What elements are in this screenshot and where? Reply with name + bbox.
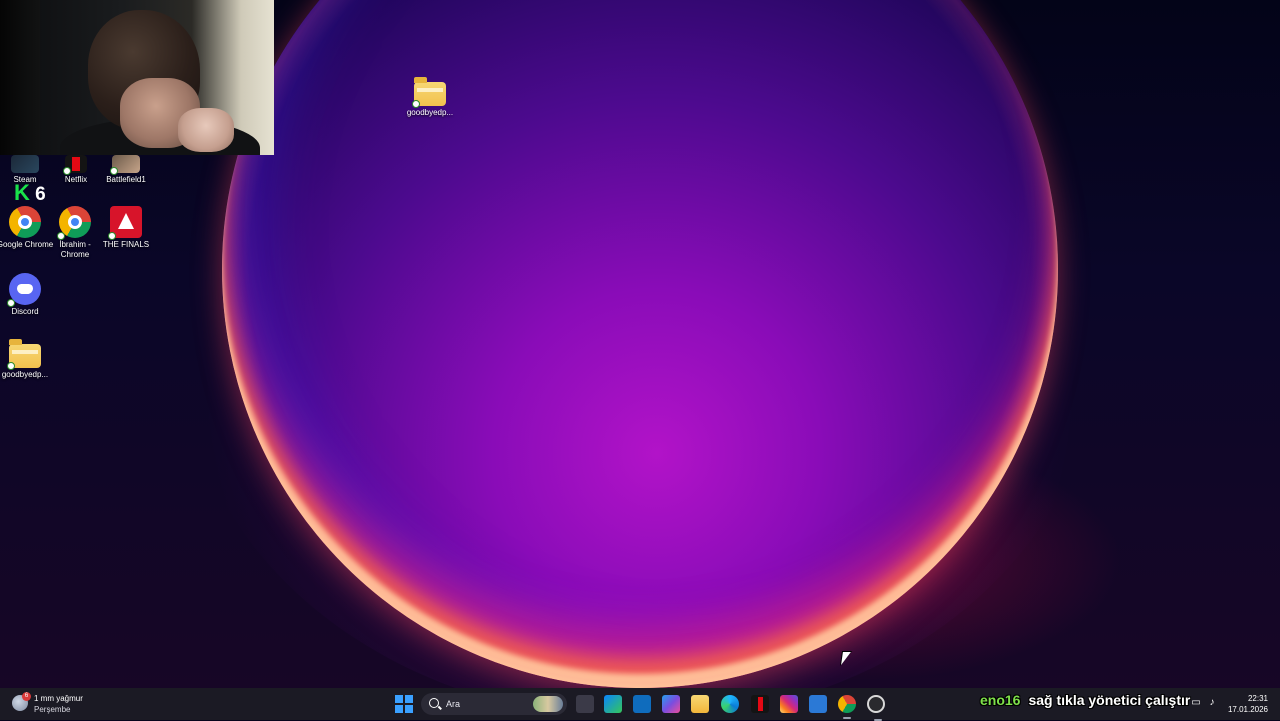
search-highlight-image: [533, 696, 563, 712]
k6-k: K: [14, 180, 30, 205]
task-view-icon[interactable]: [576, 695, 594, 713]
desktop-icon-folder-left[interactable]: goodbyedp...: [0, 336, 54, 380]
the-finals-icon: [108, 206, 142, 240]
webcam-person-hand: [178, 108, 234, 152]
desktop-icon-folder-top[interactable]: goodbyedp...: [401, 74, 459, 118]
obs-icon[interactable]: [867, 695, 885, 721]
sync-check-icon: [110, 167, 118, 175]
chat-message: sağ tıkla yönetici çalıştır: [1028, 692, 1191, 708]
netflix-icon: [63, 155, 87, 175]
sync-check-icon: [7, 299, 15, 307]
sync-check-icon: [7, 362, 15, 370]
windows-logo-tile: [405, 705, 413, 713]
sync-check-icon: [63, 167, 71, 175]
desktop-icon-label: goodbyedp...: [1, 370, 49, 379]
sync-check-icon: [412, 100, 420, 108]
chrome-profile-icon: [57, 206, 91, 240]
start-button[interactable]: [395, 695, 413, 713]
chrome-icon[interactable]: [838, 695, 856, 719]
desktop-icon-discord[interactable]: Discord: [0, 273, 54, 317]
volume-icon[interactable]: ♪: [1206, 697, 1218, 709]
instagram-icon[interactable]: [780, 695, 798, 713]
k6-number: 6: [35, 184, 46, 205]
steam-icon: [11, 155, 39, 173]
windows-logo-tile: [395, 695, 403, 703]
notification-badge: 6: [22, 692, 31, 701]
desktop-icon-label: THE FINALS: [102, 240, 150, 249]
calendar-icon[interactable]: [809, 695, 827, 713]
desktop-icon-battlefield[interactable]: Battlefield1: [97, 155, 155, 185]
chrome-icon: [9, 206, 41, 238]
sync-check-icon: [57, 232, 65, 240]
search-icon: [429, 698, 439, 708]
windows-logo-tile: [395, 705, 403, 713]
display-icon[interactable]: ▭: [1190, 697, 1202, 709]
discord-icon: [7, 273, 41, 307]
taskbar-search-box[interactable]: Ara: [421, 693, 567, 715]
webcam-background: [0, 0, 40, 155]
weather-widget[interactable]: 6 1 mm yağmur Perşembe: [10, 692, 130, 716]
sync-check-icon: [108, 232, 116, 240]
search-placeholder: Ara: [446, 699, 461, 709]
desktop-icon-ibrahim-chrome[interactable]: İbrahim - Chrome: [46, 206, 104, 260]
desktop-icon-label: goodbyedp...: [406, 108, 454, 117]
desktop-icon-label: Discord: [11, 307, 39, 316]
outlook-icon[interactable]: [633, 695, 651, 713]
netflix-icon[interactable]: [751, 695, 769, 713]
weather-day: Perşembe: [34, 705, 71, 714]
desktop-icon-the-finals[interactable]: THE FINALS: [97, 206, 155, 250]
battlefield-icon: [110, 155, 140, 175]
folder-icon: [7, 339, 41, 370]
clock-time: 22:31: [1247, 694, 1268, 703]
desktop-icon-label: İbrahim - Chrome: [59, 240, 91, 259]
desktop-icon-label: Battlefield1: [106, 175, 146, 184]
edge-icon[interactable]: [721, 695, 739, 713]
windows-logo-tile: [405, 695, 413, 703]
stream-chat-overlay: eno16 sağ tıkla yönetici çalıştır: [980, 692, 1190, 708]
webcam-overlay: [0, 0, 274, 155]
file-explorer-icon[interactable]: [691, 695, 709, 713]
chat-username: eno16: [980, 692, 1021, 708]
system-clock[interactable]: 22:31 17.01.2026: [1228, 693, 1268, 715]
weather-condition: 1 mm yağmur: [34, 694, 83, 703]
clock-date: 17.01.2026: [1227, 705, 1268, 714]
folder-icon: [412, 77, 446, 108]
k6-overlay: K 6: [14, 180, 46, 206]
store-icon[interactable]: [604, 695, 622, 713]
m365-icon[interactable]: [662, 695, 680, 713]
